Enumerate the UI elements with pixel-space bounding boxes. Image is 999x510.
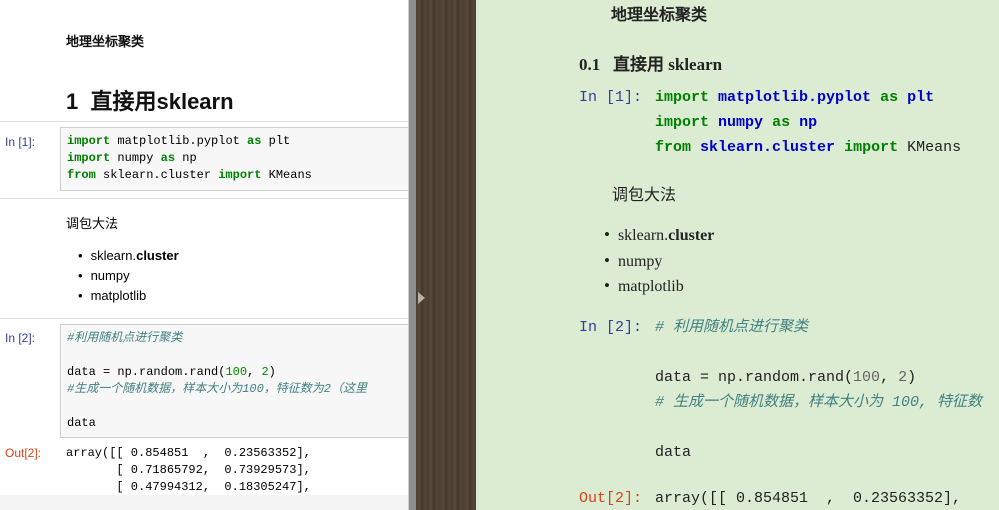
code-line: data = np.random.rand(100, 2) <box>655 369 917 386</box>
cell-separator <box>0 198 408 199</box>
cell2-prompt: In [2]: <box>5 331 36 345</box>
pane-splitter[interactable] <box>408 0 416 510</box>
markdown-text: 调包大法 <box>66 216 119 231</box>
list-item: numpy <box>78 266 179 286</box>
expand-arrow-icon[interactable] <box>418 292 425 304</box>
code-line: import numpy as np <box>655 114 818 131</box>
code-cell-2[interactable]: #利用随机点进行聚类 data = np.random.rand(100, 2) #… <box>60 324 408 438</box>
code-line: data <box>67 416 96 430</box>
preview-markdown-text: 调包大法 <box>612 187 677 204</box>
output-prompt: Out[2]: <box>5 446 42 460</box>
heading-number: 1 <box>66 89 79 114</box>
code-line: import numpy as np <box>67 151 197 165</box>
code-line: data = np.random.rand(100, 2) <box>67 365 276 379</box>
preview-cell1-prompt: In [1]: <box>579 89 643 106</box>
heading-text: 直接用sklearn <box>90 89 234 114</box>
list-item: numpy <box>604 248 714 274</box>
output-area: array([[ 0.854851 , 0.23563352], [ 0.718… <box>66 445 311 496</box>
output-line: array([[ 0.854851 , 0.23563352], <box>66 446 311 460</box>
section-heading: 1 直接用sklearn <box>66 84 234 116</box>
preview-output-prompt: Out[2]: <box>579 490 643 507</box>
list-item: matplotlib <box>604 273 714 299</box>
list-item: sklearn.cluster <box>604 222 714 248</box>
code-comment: #利用随机点进行聚类 <box>67 331 183 345</box>
heading-number: 0.1 <box>579 55 601 74</box>
code-comment: # 生成一个随机数据，样本大小为 100, 特征数 <box>655 394 983 411</box>
divider-texture <box>416 0 476 510</box>
notebook-pane: 地理坐标聚类 1 直接用sklearn In [1]: import matpl… <box>0 0 408 510</box>
preview-cell2-prompt: In [2]: <box>579 319 643 336</box>
code-comment: #生成一个随机数据，样本大小为100，特征数为2（这里 <box>67 382 368 396</box>
cell-separator <box>0 318 408 319</box>
list-item: matplotlib <box>78 286 179 306</box>
code-line: import matplotlib.pyplot as plt <box>655 89 935 106</box>
markdown-list: sklearn.cluster numpy matplotlib <box>78 246 179 306</box>
cell-separator <box>0 121 408 122</box>
heading-text: 直接用 sklearn <box>613 55 723 74</box>
preview-code-1: import matplotlib.pyplot as plt import nu… <box>655 85 961 160</box>
preview-heading: 0.1 直接用 sklearn <box>579 50 722 75</box>
markdown-title: 地理坐标聚类 <box>66 34 145 49</box>
output-line: [ 0.47994312, 0.18305247], <box>66 480 311 494</box>
horizontal-scrollbar[interactable] <box>0 495 408 510</box>
code-line: data <box>655 444 692 461</box>
code-cell-1[interactable]: import matplotlib.pyplot as plt import nu… <box>60 127 408 191</box>
cell1-prompt: In [1]: <box>5 135 36 149</box>
code-line: import matplotlib.pyplot as plt <box>67 134 291 148</box>
preview-title: 地理坐标聚类 <box>611 7 708 24</box>
code-line: from sklearn.cluster import KMeans <box>67 168 312 182</box>
code-comment: # 利用随机点进行聚类 <box>655 319 809 336</box>
list-item: sklearn.cluster <box>78 246 179 266</box>
preview-output-line: array([[ 0.854851 , 0.23563352], <box>655 490 962 507</box>
preview-pane: 地理坐标聚类 0.1 直接用 sklearn In [1]: import ma… <box>476 0 999 510</box>
code-line: from sklearn.cluster import KMeans <box>655 139 962 156</box>
preview-list: sklearn.cluster numpy matplotlib <box>604 222 714 299</box>
preview-code-2: # 利用随机点进行聚类 data = np.random.rand(100, 2)… <box>655 315 982 465</box>
output-line: [ 0.71865792, 0.73929573], <box>66 463 311 477</box>
